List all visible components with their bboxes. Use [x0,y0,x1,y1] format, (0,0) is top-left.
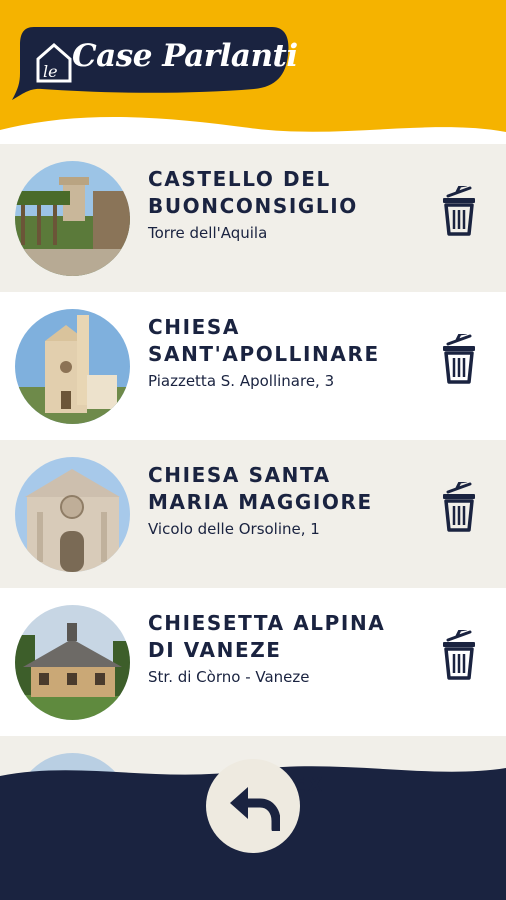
logo-text: Case Parlanti [72,38,298,74]
trash-icon[interactable] [440,630,478,682]
back-arrow-icon [230,787,280,831]
place-thumbnail [15,457,130,572]
list-item[interactable]: CHIESA SANTA MARIA MAGGIORE Vicolo delle… [0,440,506,588]
trash-icon[interactable] [440,334,478,386]
place-title: CHIESA SANTA MARIA MAGGIORE [148,463,373,514]
list-item[interactable]: CASTELLO DEL BUONCONSIGLIO Torre dell'Aq… [0,144,506,292]
place-address: Str. di Còrno - Vaneze [148,668,310,686]
list-item[interactable]: CHIESA SANT'APOLLINARE Piazzetta S. Apol… [0,292,506,440]
place-address: Vicolo delle Orsoline, 1 [148,520,320,538]
place-title: CHIESETTA ALPINA DI VANEZE [148,611,386,662]
place-title: CHIESA SANT'APOLLINARE [148,315,380,366]
place-thumbnail [15,605,130,720]
place-address: Piazzetta S. Apollinare, 3 [148,372,335,390]
trash-icon[interactable] [440,186,478,238]
place-thumbnail [15,161,130,276]
place-title: CASTELLO DEL BUONCONSIGLIO [148,167,358,218]
trash-icon[interactable] [440,482,478,534]
list-item[interactable]: CHIESETTA ALPINA DI VANEZE Str. di Còrno… [0,588,506,736]
place-address: Torre dell'Aquila [148,224,268,242]
svg-text:le: le [43,62,58,81]
place-thumbnail [15,309,130,424]
back-button[interactable] [206,759,300,853]
